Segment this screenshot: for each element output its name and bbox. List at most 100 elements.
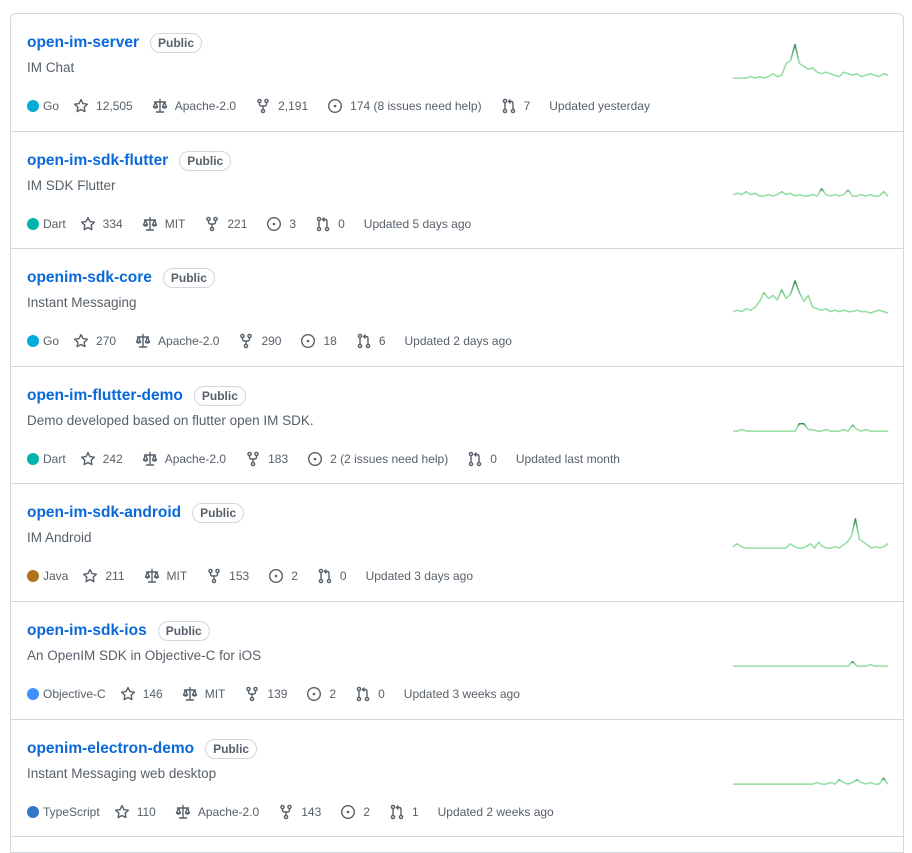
repository-header: open-im-sdk-flutter Public (27, 150, 232, 172)
visibility-badge: Public (193, 385, 246, 406)
activity-line (733, 518, 888, 550)
repository-item: openim-electron-demo Public Instant Mess… (11, 720, 903, 838)
repository-header: open-im-sdk-ios Public (27, 620, 210, 642)
repository-name-link[interactable]: open-im-sdk-android (27, 504, 181, 522)
repository-name-link[interactable]: open-im-server (27, 34, 139, 52)
stars-count: 12,505 (96, 99, 133, 113)
updated-time: Updated 3 days ago (365, 569, 473, 584)
pull-requests-link[interactable]: 0 (355, 686, 385, 702)
pull-requests-link[interactable]: 7 (501, 98, 531, 114)
repository-header: open-im-flutter-demo Public (27, 385, 246, 407)
pull-requests-count: 6 (378, 334, 386, 349)
visibility-badge: Public (205, 738, 258, 759)
forks-link[interactable]: 221 (204, 216, 247, 232)
license: Apache-2.0 (142, 451, 226, 467)
pull-requests-link[interactable]: 1 (389, 804, 419, 820)
issues-link[interactable]: 18 (300, 333, 337, 349)
activity-sparkline (733, 187, 888, 197)
stars-link[interactable]: 146 (120, 686, 163, 702)
repository-description: IM Chat (27, 60, 75, 75)
repository-meta: Java 211 MIT 153 2 0 Updated 3 days ago (27, 566, 492, 586)
repository-meta: Go 270 Apache-2.0 290 18 6 Updated 2 day… (27, 331, 531, 351)
language-label: Go (43, 99, 60, 113)
star-icon (74, 334, 89, 348)
issue-opened-icon (328, 98, 343, 114)
repository-meta: Dart 242 Apache-2.0 183 2 (2 issues need… (27, 449, 639, 469)
law-icon (175, 804, 191, 819)
forks-link[interactable]: 153 (206, 568, 249, 584)
stars-link[interactable]: 110 (114, 804, 156, 820)
language-color-dot (27, 217, 39, 230)
repository-name-link[interactable]: open-im-flutter-demo (27, 387, 183, 405)
repository-meta: Go 12,505 Apache-2.0 2,191 174 (8 issues… (27, 96, 669, 116)
license-label: Apache-2.0 (158, 334, 220, 349)
stars-count: 110 (136, 804, 156, 819)
issues-count: 2 (2 issues need help) (330, 451, 449, 466)
star-icon (74, 98, 89, 113)
repository-item: open-im-sdk-ios Public An OpenIM SDK in … (11, 602, 903, 720)
repository-meta: TypeScript 110 Apache-2.0 143 2 1 Update… (27, 802, 573, 822)
repository-header: open-im-sdk-android Public (27, 502, 245, 524)
repository-description: Instant Messaging (27, 295, 137, 311)
language-color-dot (27, 570, 39, 583)
issues-link[interactable]: 174 (8 issues need help) (327, 98, 482, 114)
forks-link[interactable]: 2,191 (255, 98, 308, 114)
activity-line (733, 660, 888, 667)
license-label: MIT (166, 569, 188, 584)
language-label: Java (43, 569, 69, 584)
issues-link[interactable]: 3 (266, 216, 296, 232)
issues-link[interactable]: 2 (268, 568, 298, 584)
forks-link[interactable]: 183 (245, 451, 288, 467)
updated-time: Updated 3 weeks ago (403, 686, 520, 701)
pull-requests-count: 0 (378, 686, 385, 701)
stars-link[interactable]: 211 (82, 568, 125, 584)
repository-name-link[interactable]: openim-electron-demo (27, 740, 194, 758)
activity-sparkline (733, 777, 888, 785)
forks-link[interactable]: 290 (238, 333, 281, 349)
law-icon (144, 569, 159, 584)
pull-request-icon (468, 451, 482, 467)
issue-opened-icon (308, 451, 323, 466)
repository-meta: Dart 334 MIT 221 3 0 Updated 5 days ago (27, 214, 490, 234)
repository-name-link[interactable]: openim-sdk-core (27, 269, 152, 287)
visibility-badge: Public (149, 33, 202, 53)
language: TypeScript (27, 805, 100, 819)
language-color-dot (27, 687, 39, 700)
activity-line (733, 422, 888, 432)
pull-requests-link[interactable]: 6 (356, 333, 386, 349)
stars-link[interactable]: 242 (80, 451, 123, 467)
issues-link[interactable]: 2 (2 issues need help) (307, 451, 448, 467)
pull-requests-count: 7 (523, 99, 531, 113)
language-label: Dart (43, 216, 66, 231)
repository-meta: Objective-C 146 MIT 139 2 0 Updated 3 we… (27, 684, 539, 704)
repository-name-link[interactable]: open-im-sdk-flutter (27, 152, 168, 170)
issues-link[interactable]: 2 (340, 804, 370, 820)
visibility-badge: Public (179, 150, 232, 171)
pull-requests-count: 1 (411, 804, 419, 819)
star-icon (120, 686, 135, 701)
stars-link[interactable]: 12,505 (73, 98, 133, 114)
stars-link[interactable]: 270 (73, 333, 116, 349)
issues-count: 2 (363, 804, 370, 819)
forks-link[interactable]: 139 (244, 686, 287, 702)
fork-icon (246, 686, 259, 702)
repository-name-link[interactable]: open-im-sdk-ios (27, 622, 147, 640)
issue-opened-icon (301, 334, 316, 349)
language-color-dot (27, 452, 39, 465)
pull-requests-link[interactable]: 0 (467, 451, 497, 467)
law-icon (142, 216, 157, 231)
license: Apache-2.0 (135, 333, 219, 349)
stars-link[interactable]: 334 (80, 216, 123, 232)
law-icon (182, 686, 197, 701)
repository-item: open-im-sdk-android Public IM Android Ja… (11, 484, 903, 602)
language-color-dot (27, 335, 39, 348)
pull-requests-link[interactable]: 0 (317, 568, 347, 584)
forks-count: 221 (227, 216, 248, 231)
language: Dart (27, 217, 66, 231)
pull-requests-link[interactable]: 0 (315, 216, 345, 232)
issues-link[interactable]: 2 (306, 686, 336, 702)
language-color-dot (27, 805, 39, 818)
forks-link[interactable]: 143 (278, 804, 321, 820)
updated-time: Updated yesterday (549, 99, 650, 113)
issue-opened-icon (307, 686, 322, 701)
